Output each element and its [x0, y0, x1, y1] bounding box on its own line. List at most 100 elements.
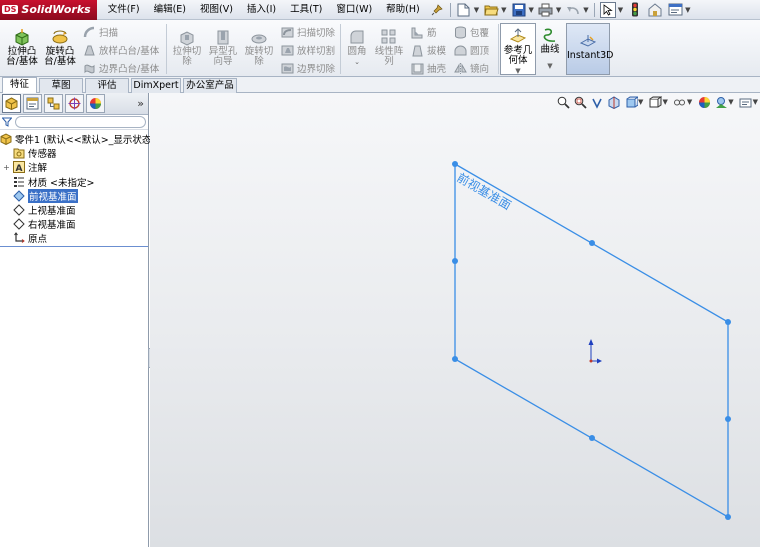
feature-tree-icon: [5, 97, 18, 110]
tree-node-top-plane[interactable]: 上视基准面: [0, 203, 148, 217]
hole-wizard-button[interactable]: 异型孔 向导: [205, 28, 241, 67]
menu-file[interactable]: 文件(F): [101, 0, 147, 20]
new-document-icon[interactable]: [456, 2, 472, 18]
menu-help[interactable]: 帮助(H): [379, 0, 427, 20]
chevron-down-icon[interactable]: ▼: [583, 6, 588, 14]
group-separator: [498, 24, 499, 74]
menu-window[interactable]: 窗口(W): [329, 0, 379, 20]
property-manager-tab[interactable]: [23, 94, 42, 113]
tree-node-material[interactable]: 材质 <未指定>: [0, 175, 148, 189]
sensor-folder-icon: [13, 147, 25, 159]
plane-handle-corner[interactable]: [725, 319, 731, 325]
graphics-area[interactable]: ▼ ▼ ▼ ▼ ▼ 前视基准面: [150, 93, 760, 547]
plane-handle-edge[interactable]: [589, 240, 595, 246]
tab-evaluate[interactable]: 评估: [85, 78, 129, 93]
tree-filter-input[interactable]: [15, 116, 146, 128]
options-icon[interactable]: [667, 2, 683, 18]
revolve-boss-button[interactable]: 旋转凸 台/基体: [41, 28, 79, 67]
app-title: SolidWorks: [21, 3, 91, 16]
tab-features[interactable]: 特征: [2, 77, 37, 93]
tab-sketch[interactable]: 草图: [39, 78, 83, 93]
dome-label: 圆顶: [470, 46, 490, 57]
loft-cut-button[interactable]: 放样切割: [280, 42, 335, 58]
revolve-cut-label: 旋转切 除: [244, 46, 274, 67]
shell-button[interactable]: 抽壳: [410, 60, 446, 76]
filter-funnel-icon[interactable]: [2, 117, 12, 127]
instant3d-label: Instant3D: [567, 50, 614, 61]
extrude-cut-button[interactable]: 拉伸切 除: [169, 28, 205, 67]
tab-dimxpert[interactable]: DimXpert: [131, 78, 181, 93]
menu-insert[interactable]: 插入(I): [240, 0, 283, 20]
chevron-down-icon[interactable]: ▼: [618, 6, 623, 14]
revolve-cut-button[interactable]: 旋转切 除: [241, 28, 277, 67]
plane-handle-edge[interactable]: [589, 435, 595, 441]
dimxpert-manager-tab[interactable]: [65, 94, 84, 113]
undo-icon[interactable]: [565, 2, 581, 18]
mirror-label: 镜向: [470, 64, 490, 75]
chevron-down-icon[interactable]: ▼: [501, 66, 535, 76]
chevron-down-icon[interactable]: ▼: [685, 6, 690, 14]
plane-handle-corner[interactable]: [452, 356, 458, 362]
file-properties-icon[interactable]: [647, 2, 663, 18]
open-folder-icon[interactable]: [483, 2, 499, 18]
plane-handle-edge[interactable]: [725, 416, 731, 422]
chevron-down-icon[interactable]: ▼: [537, 61, 563, 71]
sweep-cut-button[interactable]: 扫描切除: [280, 24, 335, 40]
menu-view[interactable]: 视图(V): [193, 0, 240, 20]
tree-node-sensors[interactable]: 传感器: [0, 146, 148, 160]
tree-node-label: 上视基准面: [28, 206, 76, 218]
chevron-down-icon[interactable]: ▼: [501, 6, 506, 14]
linear-pattern-icon: [380, 28, 398, 46]
tab-office-products[interactable]: 办公室产品: [183, 78, 237, 93]
boundary-cut-button[interactable]: 边界切除: [280, 60, 335, 76]
menu-edit[interactable]: 编辑(E): [147, 0, 193, 20]
fillet-button[interactable]: 圆角 ⌄: [343, 28, 371, 67]
curves-label: 曲线: [540, 44, 560, 55]
plane-handle-edge[interactable]: [452, 258, 458, 264]
tree-node-annotations[interactable]: + A 注解: [0, 160, 148, 174]
menu-tools[interactable]: 工具(T): [283, 0, 329, 20]
rebuild-traffic-light-icon[interactable]: [627, 2, 643, 18]
shell-icon: [410, 61, 424, 75]
display-manager-tab[interactable]: [86, 94, 105, 113]
tree-node-front-plane[interactable]: 前视基准面: [0, 188, 148, 203]
reference-geometry-button[interactable]: 参考几 何体 ▼: [500, 23, 536, 75]
command-manager-tabs: 特征 草图 评估 DimXpert 办公室产品: [0, 77, 760, 93]
plane-handle-corner[interactable]: [725, 514, 731, 520]
menu-bar: DS SolidWorks 文件(F) 编辑(E) 视图(V) 插入(I) 工具…: [0, 0, 760, 20]
select-arrow-icon[interactable]: [599, 1, 616, 18]
curves-button[interactable]: 曲线 ▼: [537, 26, 563, 71]
tree-expander[interactable]: +: [0, 163, 13, 172]
rib-button[interactable]: 筋: [410, 24, 437, 40]
sweep-icon: [82, 25, 96, 39]
loft-boss-button[interactable]: 放样凸台/基体: [82, 42, 159, 58]
linear-pattern-button[interactable]: 线性阵 列: [371, 28, 407, 67]
dome-button[interactable]: 圆顶: [453, 42, 489, 58]
tree-node-part[interactable]: 零件1 (默认<<默认>_显示状态: [0, 132, 151, 146]
wrap-button[interactable]: 包覆: [453, 24, 489, 40]
tree-node-label: 传感器: [28, 149, 57, 161]
pin-icon[interactable]: [429, 2, 445, 18]
save-icon[interactable]: [511, 2, 527, 18]
panel-expand-button[interactable]: »: [137, 97, 144, 110]
boundary-boss-button[interactable]: 边界凸台/基体: [82, 60, 159, 76]
tree-node-label: 右视基准面: [28, 220, 76, 232]
chevron-down-icon[interactable]: ▼: [529, 6, 534, 14]
chevron-down-icon[interactable]: ⌄: [343, 57, 371, 67]
configuration-manager-tab[interactable]: [44, 94, 63, 113]
sweep-button[interactable]: 扫描: [82, 24, 118, 40]
mirror-button[interactable]: 镜向: [453, 60, 489, 76]
tree-node-origin[interactable]: 原点: [0, 231, 148, 245]
feature-manager-tab[interactable]: [2, 94, 21, 113]
front-plane-label: 前视基准面: [455, 170, 514, 213]
extrude-boss-button[interactable]: 拉伸凸 台/基体: [3, 28, 41, 67]
chevron-down-icon[interactable]: ▼: [556, 6, 561, 14]
solidworks-logo[interactable]: DS SolidWorks: [0, 0, 97, 20]
plane-handle-corner[interactable]: [452, 161, 458, 167]
tree-node-right-plane[interactable]: 右视基准面: [0, 217, 148, 231]
print-icon[interactable]: [538, 2, 554, 18]
instant3d-button[interactable]: Instant3D: [566, 23, 614, 75]
front-plane-preview[interactable]: 前视基准面: [150, 93, 760, 547]
draft-button[interactable]: 拔模: [410, 42, 446, 58]
chevron-down-icon[interactable]: ▼: [474, 6, 479, 14]
